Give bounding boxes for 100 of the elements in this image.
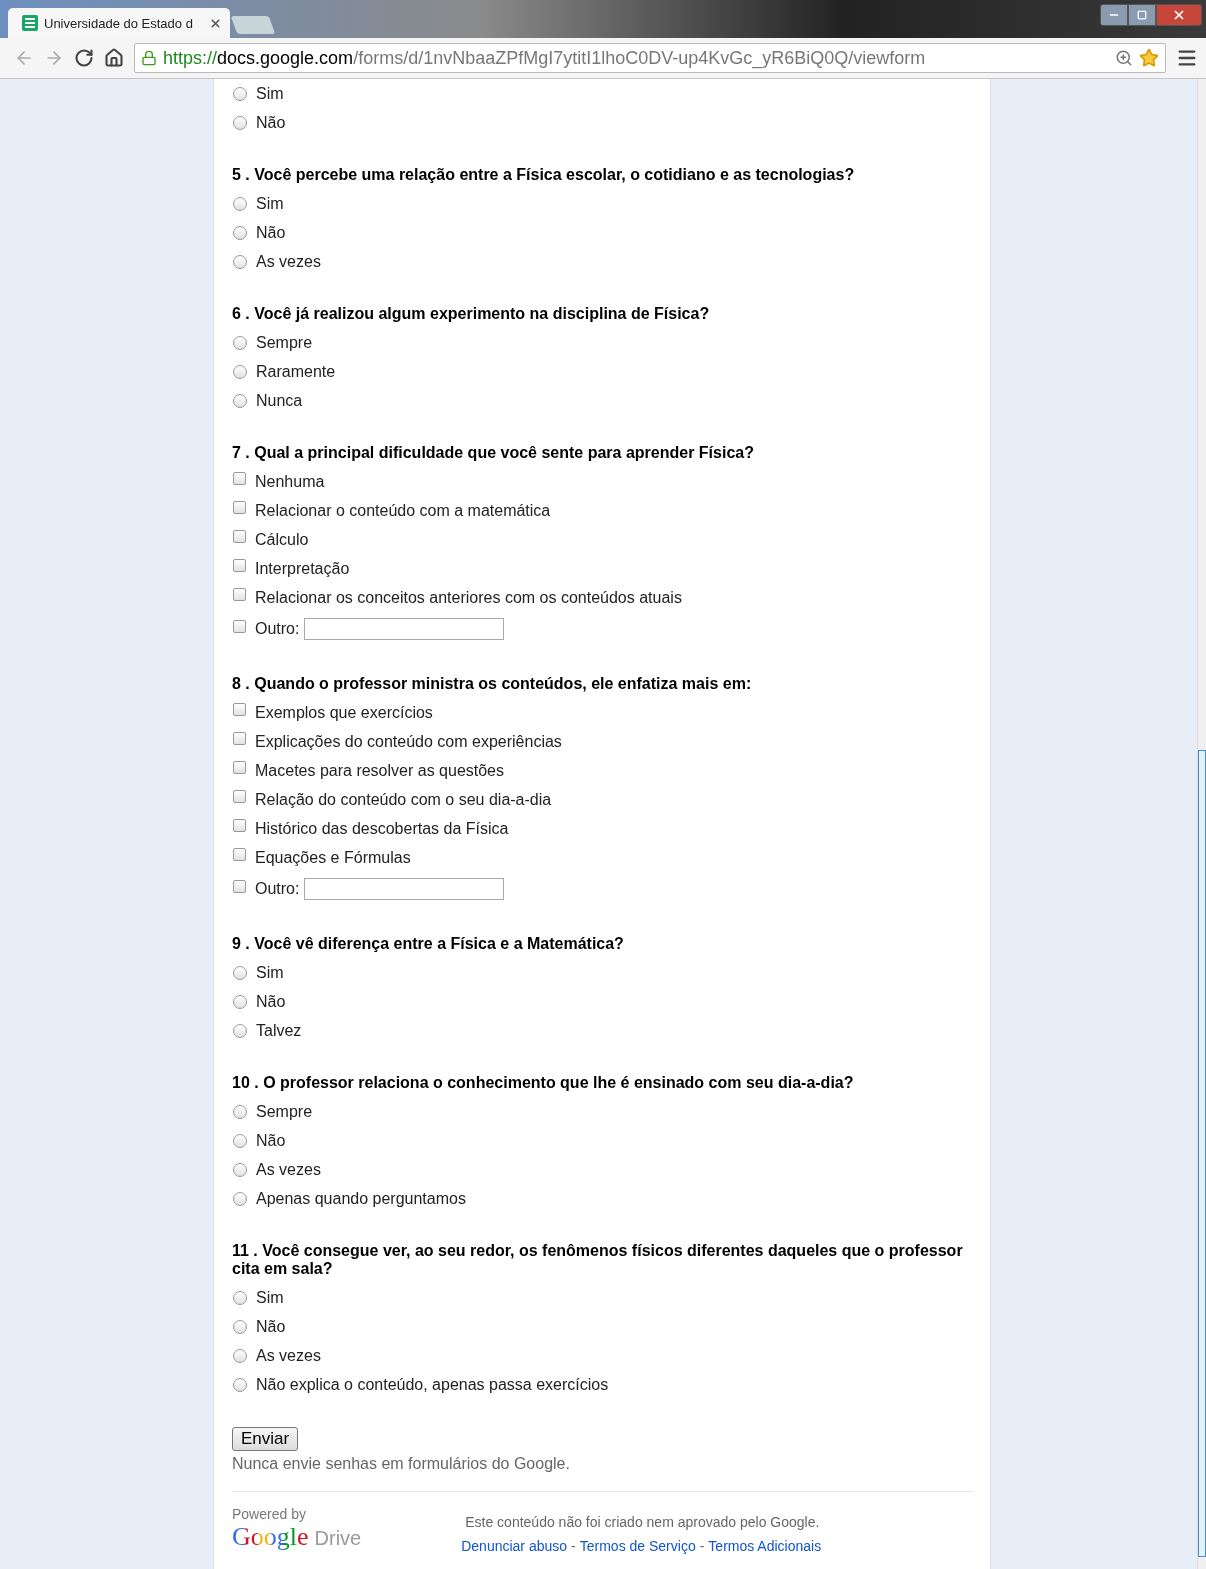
question-title: 5 . Você percebe uma relação entre a Física escolar, o cotidiano e as tecnologias? [232, 166, 856, 184]
option-label: Sim [256, 194, 284, 213]
option-label: Equações e Fórmulas [255, 848, 411, 867]
logo-product-name: Drive [314, 1527, 362, 1550]
radio-button[interactable] [233, 1377, 247, 1392]
link-separator: - [571, 1538, 576, 1554]
option-label: Não [256, 113, 286, 132]
option-label: Relacionar o conteúdo com a matemática [255, 501, 551, 520]
checkbox[interactable] [233, 703, 246, 716]
option-label: Sempre [256, 1102, 313, 1121]
option-label: Macetes para resolver as questões [255, 761, 504, 780]
reload-icon[interactable] [74, 48, 94, 68]
checkbox[interactable] [233, 848, 246, 861]
radio-button[interactable] [233, 1162, 247, 1177]
option-label: Apenas quando perguntamos [256, 1189, 466, 1208]
option-label: Não [256, 1131, 286, 1150]
checkbox[interactable] [233, 472, 246, 485]
radio-button[interactable] [233, 393, 247, 408]
option-label: Sim [256, 963, 284, 982]
option-label: As vezes [256, 1346, 321, 1365]
question-title: 7 . Qual a principal dificuldade que você sente para aprender Física? [232, 444, 755, 462]
radio-button[interactable] [233, 994, 247, 1009]
question-title: 8 . Quando o professor ministra os conteúdos, ele enfatiza mais em: [232, 675, 753, 693]
star-icon[interactable] [1139, 48, 1159, 68]
password-warning: Nunca envie senhas em formulários do Google. [232, 1455, 571, 1473]
question-title: 11 . Você consegue ver, ao seu redor, os fenômenos físicos diferentes daqueles que o professor cita em sala? [232, 1242, 964, 1278]
radio-button[interactable] [233, 335, 247, 350]
browser-tab[interactable]: Universidade do Estado d [8, 8, 230, 38]
option-label: Interpretação [255, 559, 350, 578]
option-label: Relação do conteúdo com o seu dia-a-dia [255, 790, 552, 809]
option-label: Raramente [256, 362, 336, 381]
forms-icon [22, 15, 38, 31]
maximize-icon [1137, 10, 1147, 20]
lock-icon [141, 50, 157, 66]
option-label: Exemplos que exercícios [255, 703, 433, 722]
link-separator: - [699, 1538, 705, 1554]
checkbox[interactable] [233, 761, 246, 774]
scrollbar-thumb[interactable] [1198, 750, 1206, 1557]
checkbox[interactable] [233, 530, 246, 543]
question-title: 9 . Você vê diferença entre a Física e a Matemática? [232, 935, 625, 953]
option-label: As vezes [256, 1160, 321, 1179]
close-button[interactable] [1156, 4, 1202, 26]
tab-title: Universidade do Estado d [44, 15, 194, 31]
option-label: Cálculo [255, 530, 309, 549]
radio-button[interactable] [233, 1133, 247, 1148]
maximize-button[interactable] [1128, 4, 1156, 26]
option-label: Outro: [255, 880, 300, 898]
zoom-icon[interactable] [1115, 49, 1133, 67]
checkbox[interactable] [233, 501, 246, 514]
new-tab-button[interactable] [230, 16, 276, 34]
checkbox[interactable] [233, 879, 246, 893]
checkbox[interactable] [233, 790, 246, 803]
radio-button[interactable] [233, 1191, 247, 1206]
radio-button[interactable] [233, 1348, 247, 1363]
option-label: Não [256, 223, 286, 242]
option-label: Nunca [256, 391, 303, 410]
radio-button[interactable] [233, 1290, 247, 1305]
menu-icon[interactable] [1176, 47, 1198, 69]
footer-link[interactable]: Termos Adicionais [708, 1538, 822, 1554]
radio-button[interactable] [233, 965, 247, 980]
radio-button[interactable] [233, 1319, 247, 1334]
radio-button[interactable] [233, 1023, 247, 1038]
option-label: Não [256, 1317, 286, 1336]
checkbox[interactable] [233, 732, 246, 745]
option-label: Outro: [255, 620, 300, 638]
option-label: Relacionar os conceitos anteriores com os conteúdos atuais [255, 588, 682, 607]
checkbox[interactable] [233, 819, 246, 832]
other-input-field[interactable] [304, 618, 505, 640]
footer-link[interactable]: Denunciar abuso [461, 1538, 568, 1554]
radio-button[interactable] [233, 364, 247, 379]
option-label: Não explica o conteúdo, apenas passa exercícios [256, 1375, 609, 1394]
checkbox[interactable] [233, 559, 246, 572]
radio-button[interactable] [233, 254, 247, 269]
option-label: Nenhuma [255, 472, 325, 491]
option-label: Explicações do conteúdo com experiências [255, 732, 562, 751]
option-label: Sempre [256, 333, 313, 352]
radio-button[interactable] [233, 115, 247, 130]
option-label: Histórico das descobertas da Física [255, 819, 509, 838]
option-label: Sim [256, 1288, 284, 1307]
option-label: As vezes [256, 252, 321, 271]
address-bar[interactable]: https://docs.google.com/forms/d/1nvNbaaZPfMgI7ytitI1lhoC0DV-up4KvGc_yR6BiQ0Q/viewform [134, 43, 1166, 73]
checkbox[interactable] [233, 588, 246, 601]
question-title: 10 . O professor relaciona o conhecimento que lhe é ensinado com seu dia-a-dia? [232, 1074, 855, 1092]
close-icon[interactable] [209, 16, 222, 30]
footer-link[interactable]: Termos de Serviço [579, 1538, 696, 1554]
powered-by-text: Powered by [232, 1506, 307, 1522]
submit-button[interactable]: Enviar [232, 1427, 299, 1451]
option-label: Sim [256, 84, 284, 103]
radio-button[interactable] [233, 86, 247, 101]
radio-button[interactable] [233, 225, 247, 240]
minimize-button[interactable] [1100, 4, 1128, 26]
close-icon [1172, 8, 1186, 22]
other-input-field[interactable] [304, 878, 505, 900]
home-icon[interactable] [104, 48, 124, 68]
radio-button[interactable] [233, 196, 247, 211]
disclaimer-text: Este conteúdo não foi criado nem aprovado pelo Google. [464, 1514, 821, 1530]
checkbox[interactable] [233, 619, 246, 633]
radio-button[interactable] [233, 1104, 247, 1119]
option-label: Não [256, 992, 286, 1011]
option-label: Talvez [256, 1021, 302, 1040]
